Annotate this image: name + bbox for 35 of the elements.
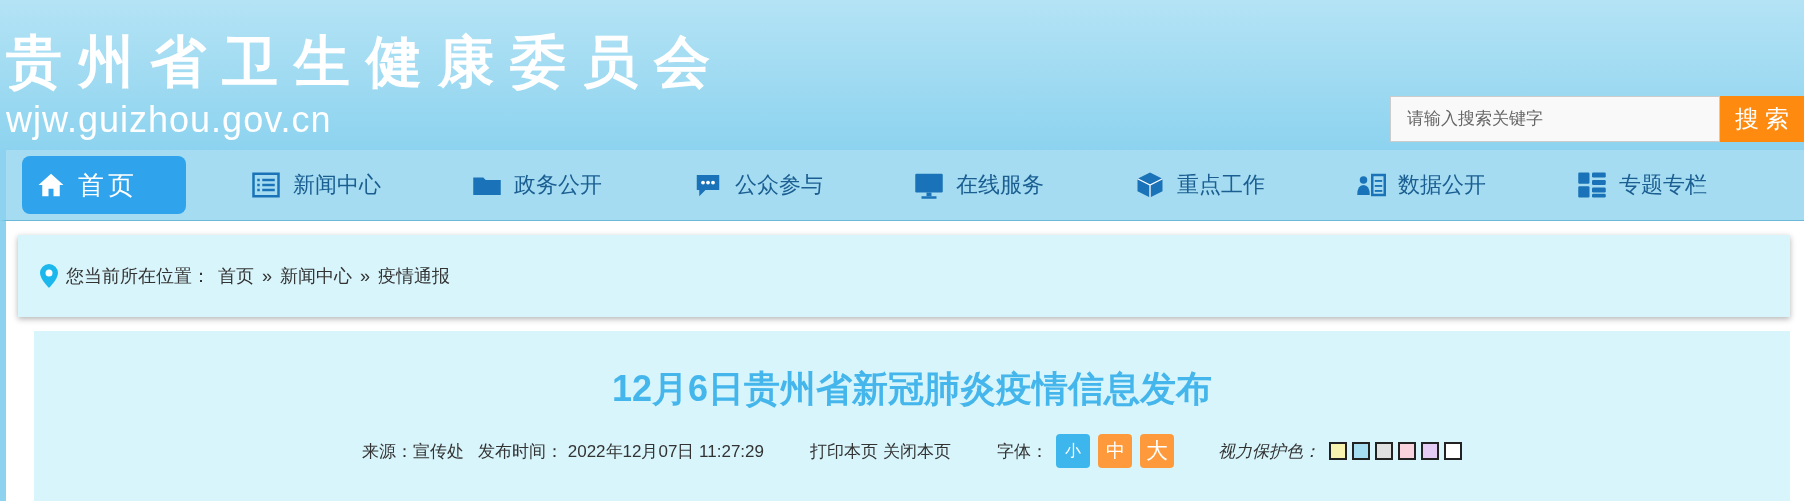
color-swatch[interactable]: [1375, 442, 1393, 460]
nav-item[interactable]: 政务公开: [427, 156, 648, 214]
nav-item[interactable]: 重点工作: [1090, 156, 1311, 214]
color-swatch[interactable]: [1352, 442, 1370, 460]
color-swatch[interactable]: [1421, 442, 1439, 460]
nav-item[interactable]: 首页: [22, 156, 186, 214]
list-icon: [251, 170, 281, 200]
print-link[interactable]: 打印本页: [810, 439, 878, 463]
grid-icon: [1577, 170, 1607, 200]
article-title: 12月6日贵州省新冠肺炎疫情信息发布: [611, 367, 1213, 411]
breadcrumb-current: 疫情通报: [378, 265, 451, 288]
font-size-label: 字体：: [997, 440, 1048, 463]
location-pin-icon: [40, 264, 58, 288]
breadcrumb-label: 您当前所在位置：: [66, 265, 210, 288]
breadcrumb-link[interactable]: 首页: [218, 264, 254, 288]
eye-care-label: 视力保护色：: [1218, 440, 1320, 463]
breadcrumb-separator: »: [262, 265, 272, 287]
site-title: 贵州省卫生健康委员会: [6, 27, 726, 96]
article-source: 来源：宣传处: [362, 440, 464, 463]
site-domain: wjw.guizhou.gov.cn: [6, 98, 333, 142]
nav-item[interactable]: 公众参与: [648, 156, 869, 214]
color-swatch[interactable]: [1329, 442, 1347, 460]
cube-icon: [1135, 170, 1165, 200]
color-swatch[interactable]: [1444, 442, 1462, 460]
search-field[interactable]: 请输入搜索关键字: [1390, 96, 1720, 142]
nav-item[interactable]: 专题专栏: [1532, 156, 1753, 214]
breadcrumb-separator: »: [360, 265, 371, 287]
close-link[interactable]: 关闭本页: [883, 439, 951, 463]
nav-item[interactable]: 在线服务: [869, 156, 1090, 214]
nav-item[interactable]: 数据公开: [1311, 156, 1532, 214]
publish-time: 发布时间： 2022年12月07日 11:27:29: [478, 440, 764, 463]
breadcrumb-link[interactable]: 新闻中心: [280, 264, 352, 288]
nav-item[interactable]: 新闻中心: [206, 156, 427, 214]
search-button[interactable]: 搜 索: [1720, 96, 1804, 142]
color-swatch[interactable]: [1398, 442, 1416, 460]
